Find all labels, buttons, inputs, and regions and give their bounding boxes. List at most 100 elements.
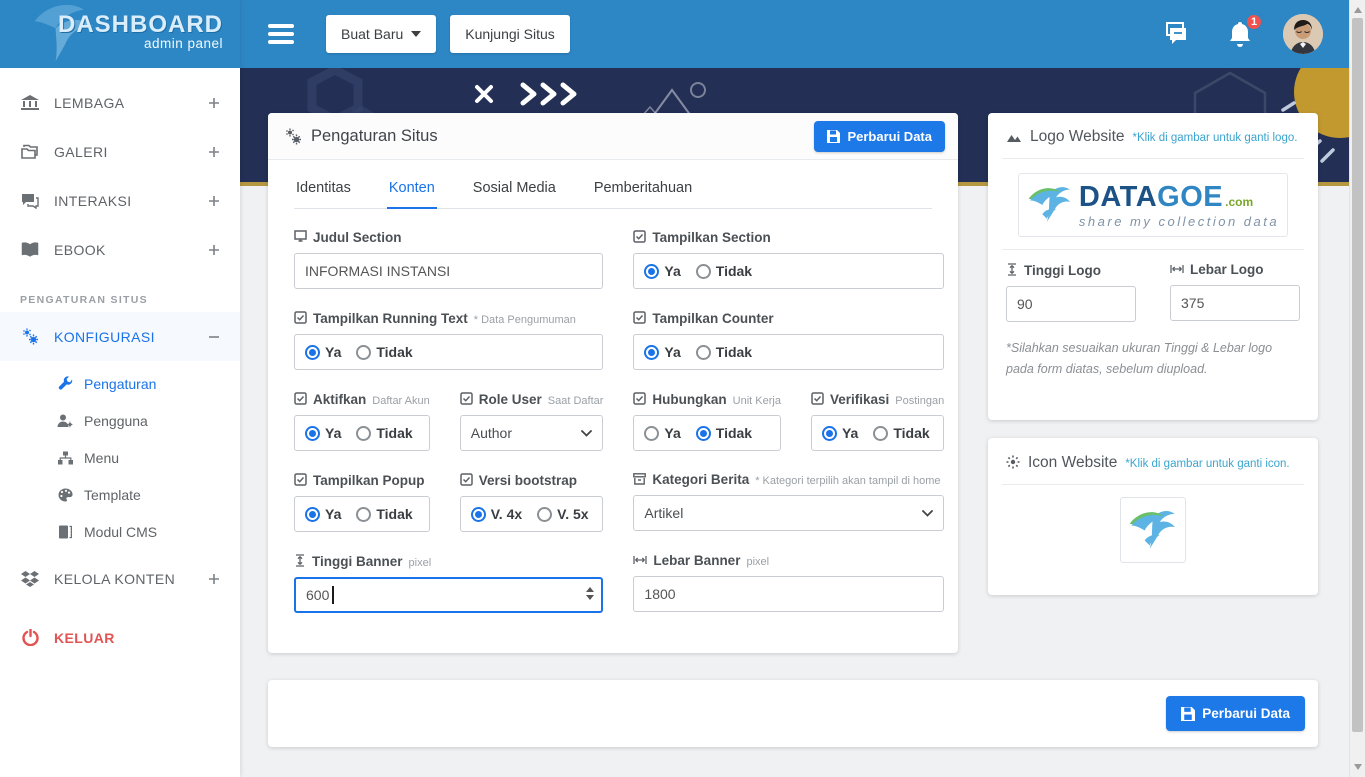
verifikasi-radio-group: Ya Tidak: [811, 415, 944, 451]
sidebar-item-interaksi[interactable]: INTERAKSI: [0, 176, 240, 225]
submenu-item-menu[interactable]: Menu: [0, 439, 240, 476]
radio-tidak[interactable]: Tidak: [356, 344, 412, 360]
running-text-radio-group: Ya Tidak: [294, 334, 603, 370]
image-icon: [1006, 131, 1022, 143]
create-new-button[interactable]: Buat Baru: [326, 15, 436, 53]
radio-circle: [305, 345, 320, 360]
logo-size-hint: *Silahkan sesuaikan ukuran Tinggi & Leba…: [1006, 338, 1300, 379]
radio-ya[interactable]: Ya: [305, 506, 341, 522]
bootstrap-radio-group: V. 4x V. 5x: [460, 496, 604, 532]
messages-icon[interactable]: [1161, 21, 1189, 47]
radio-ya[interactable]: Ya: [644, 344, 680, 360]
radio-tidak[interactable]: Tidak: [696, 344, 752, 360]
sidebar-menu: LEMBAGA GALERI INTERAKSI: [0, 68, 240, 662]
radio-label: Ya: [664, 344, 680, 360]
radio-ya[interactable]: Ya: [644, 425, 680, 441]
sitemap-icon: [56, 451, 74, 465]
hamburger-menu-icon[interactable]: [268, 24, 294, 44]
plus-icon[interactable]: [208, 97, 220, 109]
plus-icon[interactable]: [208, 573, 220, 585]
lebar-logo-input[interactable]: [1170, 285, 1300, 321]
role-user-select[interactable]: Author: [460, 415, 604, 451]
create-new-label: Buat Baru: [341, 26, 403, 42]
width-arrows-icon: [633, 554, 647, 566]
radio-tidak[interactable]: Tidak: [696, 263, 752, 279]
sidebar-item-label: INTERAKSI: [54, 193, 132, 209]
tinggi-banner-input[interactable]: [294, 577, 603, 613]
sidebar-item-konfigurasi[interactable]: KONFIGURASI: [0, 312, 240, 361]
sidebar-item-label: KELOLA KONTEN: [54, 571, 175, 587]
tab-identitas[interactable]: Identitas: [294, 176, 353, 208]
scroll-down-arrow[interactable]: [1350, 759, 1365, 775]
tinggi-logo-input[interactable]: [1006, 286, 1136, 322]
site-icon-image[interactable]: [1120, 497, 1186, 563]
scrollbar-thumb[interactable]: [1352, 18, 1363, 732]
radio-label: Ya: [664, 425, 680, 441]
kategori-berita-select[interactable]: Artikel: [633, 495, 944, 531]
radio-circle: [696, 426, 711, 441]
sidebar-item-galeri[interactable]: GALERI: [0, 127, 240, 176]
checkbox-icon: [633, 230, 646, 243]
radio-circle: [696, 345, 711, 360]
plus-icon[interactable]: [208, 195, 220, 207]
plus-icon[interactable]: [208, 244, 220, 256]
settings-tabs: Identitas Konten Sosial Media Pemberitah…: [294, 176, 932, 209]
logo-card-title: Logo Website: [1030, 128, 1125, 146]
sidebar-item-lembaga[interactable]: LEMBAGA: [0, 78, 240, 127]
sidebar-brand[interactable]: DASHBOARD admin panel: [0, 0, 240, 68]
submenu-item-pengaturan[interactable]: Pengaturan: [0, 365, 240, 402]
sidebar-item-keluar[interactable]: KELUAR: [0, 613, 240, 662]
sidebar-section-label: PENGATURAN SITUS: [0, 274, 240, 312]
checkbox-icon: [633, 311, 646, 324]
radio-tidak[interactable]: Tidak: [696, 425, 752, 441]
radio-ya[interactable]: Ya: [822, 425, 858, 441]
sidebar-item-label: LEMBAGA: [54, 95, 125, 111]
radio-circle: [356, 426, 371, 441]
radio-tidak[interactable]: Tidak: [356, 425, 412, 441]
sidebar-item-ebook[interactable]: EBOOK: [0, 225, 240, 274]
field-label: Lebar Banner: [653, 553, 740, 568]
visit-site-button[interactable]: Kunjungi Situs: [450, 15, 570, 53]
scroll-up-arrow[interactable]: [1350, 2, 1365, 18]
radio-ya[interactable]: Ya: [305, 425, 341, 441]
divider: [1002, 249, 1304, 250]
submenu-item-pengguna[interactable]: Pengguna: [0, 402, 240, 439]
update-data-button-footer[interactable]: Perbarui Data: [1166, 696, 1305, 731]
judul-section-input[interactable]: [294, 253, 603, 289]
sidebar-item-kelola-konten[interactable]: KELOLA KONTEN: [0, 554, 240, 603]
site-logo-image[interactable]: DATAGOE.com share my collection data: [1018, 173, 1288, 237]
radio-v5x[interactable]: V. 5x: [537, 506, 588, 522]
update-data-button[interactable]: Perbarui Data: [814, 121, 945, 152]
radio-ya[interactable]: Ya: [644, 263, 680, 279]
height-arrows-icon: [294, 554, 306, 567]
radio-circle: [305, 426, 320, 441]
radio-tidak[interactable]: Tidak: [873, 425, 929, 441]
field-versi-bootstrap: Versi bootstrap V. 4x V. 5x: [460, 472, 604, 532]
tab-sosial-media[interactable]: Sosial Media: [471, 176, 558, 208]
number-spinner[interactable]: [586, 587, 594, 600]
lebar-banner-input[interactable]: [633, 576, 944, 612]
save-icon: [1181, 707, 1195, 721]
logo-word-goe: GOE: [1157, 183, 1223, 212]
field-tinggi-banner: Tinggi Banner pixel: [294, 553, 603, 613]
settings-card-title: Pengaturan Situs: [311, 127, 438, 146]
field-note: pixel: [746, 556, 769, 568]
tab-pemberitahuan[interactable]: Pemberitahuan: [592, 176, 694, 208]
page-scrollbar[interactable]: [1349, 0, 1365, 777]
user-avatar[interactable]: [1283, 14, 1323, 54]
sidebar-item-label: GALERI: [54, 144, 108, 160]
notifications-bell-icon[interactable]: 1: [1227, 20, 1253, 48]
minus-icon[interactable]: [208, 331, 220, 343]
radio-v4x[interactable]: V. 4x: [471, 506, 522, 522]
gears-icon: [284, 128, 303, 145]
plus-icon[interactable]: [208, 146, 220, 158]
radio-tidak[interactable]: Tidak: [356, 506, 412, 522]
submenu-item-template[interactable]: Template: [0, 476, 240, 513]
radio-ya[interactable]: Ya: [305, 344, 341, 360]
tab-konten[interactable]: Konten: [387, 176, 437, 209]
submenu-item-modul-cms[interactable]: Modul CMS: [0, 513, 240, 550]
submenu-item-label: Menu: [84, 450, 119, 466]
field-label: Tinggi Banner: [312, 554, 403, 569]
gears-icon: [20, 328, 40, 345]
field-note: Daftar Akun: [372, 395, 429, 407]
